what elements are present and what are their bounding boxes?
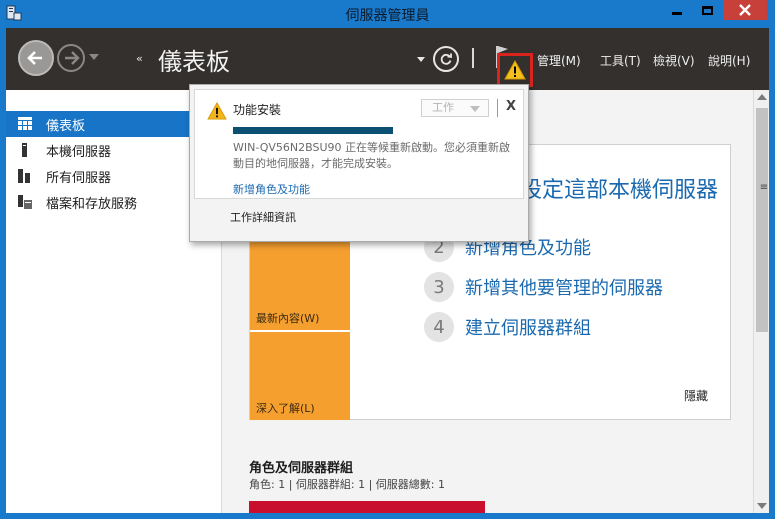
title-bar: 伺服器管理員: [0, 0, 775, 28]
tile-learn-more[interactable]: 深入了解(L): [250, 332, 350, 420]
step-link[interactable]: 新增其他要管理的伺服器: [465, 274, 663, 300]
notification-popup: 功能安裝 工作 X WIN-QV56N2BSU90 正在等候重新啟動。您必須重新…: [189, 84, 529, 242]
servers-icon: [18, 169, 30, 183]
maximize-icon: [701, 5, 713, 15]
scroll-up-icon[interactable]: [757, 94, 767, 100]
command-header: ‹‹ 儀表板 管理(M) 工具(T) 檢視(V) 說明(H): [6, 28, 769, 90]
forward-button[interactable]: [57, 44, 85, 72]
close-window-button[interactable]: [723, 0, 767, 20]
vertical-scrollbar[interactable]: ≡: [753, 90, 769, 513]
menu-help[interactable]: 說明(H): [708, 52, 750, 69]
step-number: 3: [424, 272, 454, 302]
role-tile-header[interactable]: [249, 501, 485, 513]
refresh-button[interactable]: [433, 46, 459, 72]
notification-item: 功能安裝 工作 X WIN-QV56N2BSU90 正在等候重新啟動。您必須重新…: [194, 89, 524, 199]
file-storage-icon: [18, 195, 32, 209]
install-progress-bar: [233, 127, 393, 134]
arrow-right-icon: [65, 51, 80, 65]
header-separator: [472, 48, 474, 68]
configure-local-server-link[interactable]: 設定這部本機伺服器: [520, 172, 718, 204]
maximize-button[interactable]: [693, 0, 721, 20]
server-manager-window: 伺服器管理員 ‹‹ 儀表板 管理(M) 工具(T) 檢視(V) 說明(H) 儀表…: [0, 0, 775, 519]
menu-tools[interactable]: 工具(T): [600, 52, 641, 69]
task-select[interactable]: 工作: [421, 99, 489, 117]
arrow-left-icon: [27, 51, 42, 65]
breadcrumb-arrows: ‹‹: [136, 52, 143, 65]
tile-label: 最新內容(W): [256, 312, 320, 325]
close-icon: [739, 4, 751, 16]
roles-section-summary: 角色: 1 | 伺服器群組: 1 | 伺服器總數: 1: [249, 478, 446, 491]
task-details-link[interactable]: 工作詳細資訊: [230, 209, 296, 225]
dismiss-notification-button[interactable]: X: [506, 99, 516, 114]
tile-label: 深入了解(L): [256, 402, 315, 415]
step-link[interactable]: 建立伺服器群組: [465, 314, 591, 340]
popup-separator: [497, 99, 498, 117]
sidebar-item-label: 儀表板: [46, 118, 86, 134]
chevron-down-icon: [470, 106, 480, 112]
sidebar-item-dashboard[interactable]: 儀表板: [6, 111, 189, 137]
refresh-icon: [440, 53, 452, 65]
warning-icon: [207, 102, 227, 120]
task-select-value: 工作: [432, 101, 454, 114]
warning-icon: [504, 60, 526, 80]
notification-title: 功能安裝: [233, 103, 282, 117]
dashboard-icon: [18, 117, 32, 130]
step-number: 4: [424, 312, 454, 342]
scrollbar-thumb[interactable]: ≡: [756, 108, 768, 332]
window-bottom-border: [6, 513, 769, 519]
sidebar-item-label: 所有伺服器: [46, 170, 112, 186]
grip-icon: ≡: [759, 182, 769, 193]
roles-section-title: 角色及伺服器群組: [249, 461, 354, 476]
add-roles-features-link[interactable]: 新增角色及功能: [233, 181, 310, 197]
window-title: 伺服器管理員: [345, 8, 430, 24]
minimize-button[interactable]: [663, 0, 691, 20]
menu-manage[interactable]: 管理(M): [537, 52, 581, 69]
sidebar-item-label: 檔案和存放服務: [46, 196, 138, 212]
sidebar-item-label: 本機伺服器: [46, 144, 112, 160]
server-icon: [22, 143, 27, 157]
notification-message: WIN-QV56N2BSU90 正在等候重新啟動。您必須重新啟動目的地伺服器，才…: [233, 141, 511, 170]
minimize-icon: [672, 11, 682, 15]
step-add-servers[interactable]: 3 新增其他要管理的伺服器: [424, 272, 663, 302]
hide-welcome-link[interactable]: 隱藏: [684, 387, 708, 404]
history-dropdown-icon[interactable]: [89, 54, 99, 60]
window-controls: [663, 0, 767, 20]
menu-view[interactable]: 檢視(V): [653, 52, 695, 69]
step-create-group[interactable]: 4 建立伺服器群組: [424, 312, 591, 342]
breadcrumb-dropdown-icon[interactable]: [417, 57, 425, 62]
back-button[interactable]: [18, 40, 54, 76]
scroll-down-icon[interactable]: [757, 503, 767, 509]
page-title: 儀表板: [158, 48, 230, 76]
notification-warning-button[interactable]: [497, 53, 533, 87]
